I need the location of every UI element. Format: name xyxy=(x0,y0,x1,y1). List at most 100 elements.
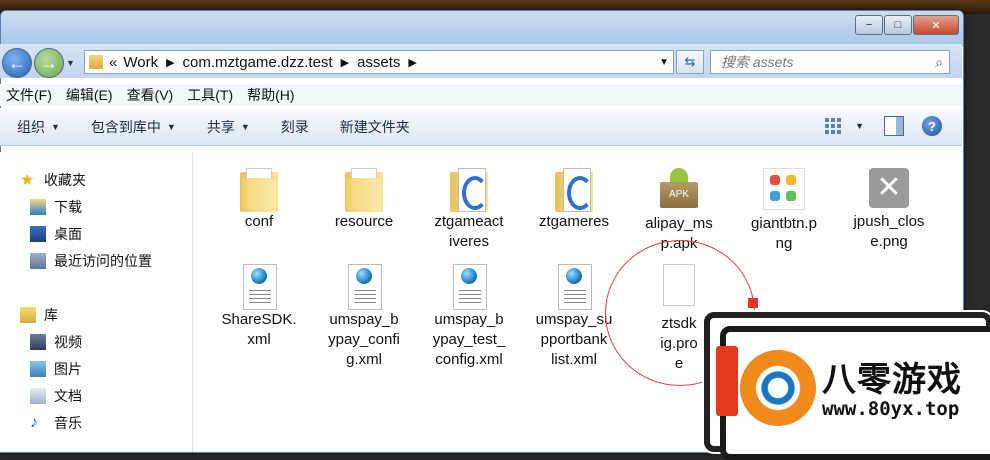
menu-edit[interactable]: 编辑(E) xyxy=(66,85,113,105)
sidebar-item-pictures[interactable]: 图片 xyxy=(30,359,82,379)
sidebar-item-desktop[interactable]: 桌面 xyxy=(30,224,82,244)
star-icon: ★ xyxy=(20,172,35,189)
sidebar-item-label: 下载 xyxy=(54,199,82,215)
title-bar: − □ ✕ xyxy=(1,11,963,47)
file-name: ztgameres xyxy=(538,213,610,230)
desktop-icon xyxy=(30,226,46,242)
new-folder-button[interactable]: 新建文件夹 xyxy=(340,117,410,137)
sidebar-item-music[interactable]: ♪ 音乐 xyxy=(30,413,82,433)
navigation-pane: ★ 收藏夹 下载 桌面 最近访问的位置 库 视频 图片 文档 ♪ 音乐 xyxy=(0,152,193,452)
apk-file-icon: APK xyxy=(660,168,698,210)
file-name: giantbtn.p ng xyxy=(751,215,817,252)
chevron-down-icon[interactable]: ▼ xyxy=(855,121,864,131)
file-item[interactable]: ✕ jpush_clos e.png xyxy=(841,168,937,252)
watermark-logo-icon xyxy=(740,350,816,426)
folder-icon xyxy=(555,168,593,212)
menu-help[interactable]: 帮助(H) xyxy=(247,85,294,105)
chevron-down-icon: ▼ xyxy=(51,122,60,132)
organize-label: 组织 xyxy=(17,119,45,135)
search-input[interactable] xyxy=(719,53,923,71)
annotation-marker xyxy=(748,298,758,308)
recent-places-icon xyxy=(30,253,46,269)
file-item[interactable]: ztgameres xyxy=(526,168,622,232)
file-item[interactable]: umspay_b ypay_confi g.xml xyxy=(316,264,412,370)
refresh-button[interactable]: ⇆ xyxy=(676,50,704,74)
help-icon[interactable]: ? xyxy=(922,116,942,136)
share-button[interactable]: 共享 ▼ xyxy=(207,117,250,137)
png-image-icon xyxy=(763,168,805,210)
view-grid-icon[interactable] xyxy=(825,118,843,134)
chevron-right-icon[interactable]: ▶ xyxy=(341,56,349,69)
sidebar-item-label: 最近访问的位置 xyxy=(54,253,152,269)
folder-icon xyxy=(345,168,383,212)
sidebar-item-label: 文档 xyxy=(54,388,82,404)
sidebar-favorites-label: 收藏夹 xyxy=(44,172,86,188)
address-dropdown-icon[interactable]: ▼ xyxy=(659,57,669,68)
include-in-library-button[interactable]: 包含到库中 ▼ xyxy=(91,117,176,137)
chevron-right-icon[interactable]: ▶ xyxy=(166,56,174,69)
documents-icon xyxy=(30,388,46,404)
breadcrumb-project[interactable]: com.mztgame.dzz.test xyxy=(183,54,333,71)
address-bar[interactable]: « Work ▶ com.mztgame.dzz.test ▶ assets ▶… xyxy=(84,50,674,74)
maximize-button[interactable]: □ xyxy=(884,15,912,35)
sidebar-item-downloads[interactable]: 下载 xyxy=(30,197,82,217)
file-name: conf xyxy=(244,213,274,230)
file-name: ShareSDK. xml xyxy=(221,311,297,348)
chevron-down-icon: ▼ xyxy=(166,122,176,132)
folder-icon xyxy=(240,168,278,212)
include-label: 包含到库中 xyxy=(90,119,161,135)
watermark-title: 八零游戏 xyxy=(822,360,962,400)
xml-file-icon xyxy=(241,264,277,310)
close-image-icon: ✕ xyxy=(869,168,909,208)
breadcrumb-assets[interactable]: assets xyxy=(357,54,400,71)
close-button[interactable]: ✕ xyxy=(913,15,959,35)
search-box[interactable]: ⌕ xyxy=(710,50,950,74)
library-icon xyxy=(20,307,36,323)
chevron-down-icon: ▼ xyxy=(240,122,250,132)
menu-file[interactable]: 文件(F) xyxy=(6,85,52,105)
back-button[interactable]: ← xyxy=(2,48,32,78)
sidebar-favorites[interactable]: ★ 收藏夹 xyxy=(20,170,86,190)
download-folder-icon xyxy=(30,199,46,215)
burn-button[interactable]: 刻录 xyxy=(281,117,309,137)
music-icon: ♪ xyxy=(30,414,38,431)
file-item[interactable]: ztgameact iveres xyxy=(421,168,517,252)
sidebar-item-recent[interactable]: 最近访问的位置 xyxy=(30,251,152,271)
file-item[interactable]: giantbtn.p ng xyxy=(736,168,832,254)
file-item[interactable]: ShareSDK. xml xyxy=(211,264,307,350)
breadcrumb-overflow[interactable]: « xyxy=(109,54,117,71)
folder-icon xyxy=(450,168,488,212)
xml-file-icon xyxy=(346,264,382,310)
file-name: resource xyxy=(334,213,394,230)
file-item[interactable]: resource xyxy=(316,168,412,232)
sidebar-item-label: 图片 xyxy=(54,361,82,377)
chevron-right-icon[interactable]: ▶ xyxy=(408,56,416,69)
sidebar-item-label: 桌面 xyxy=(54,226,82,242)
file-name: umspay_b ypay_confi g.xml xyxy=(328,311,400,368)
organize-button[interactable]: 组织 ▼ xyxy=(17,117,60,137)
menu-tools[interactable]: 工具(T) xyxy=(187,85,233,105)
new-folder-label: 新建文件夹 xyxy=(339,119,410,135)
folder-icon xyxy=(89,55,103,69)
preview-pane-icon[interactable] xyxy=(884,116,904,136)
address-row: ← → ▼ « Work ▶ com.mztgame.dzz.test ▶ as… xyxy=(0,44,962,78)
xml-file-icon xyxy=(556,264,592,310)
forward-button[interactable]: → xyxy=(34,48,64,78)
file-item[interactable]: umspay_b ypay_test_ config.xml xyxy=(421,264,517,370)
sidebar-item-documents[interactable]: 文档 xyxy=(30,386,82,406)
file-name: jpush_clos e.png xyxy=(853,213,925,250)
file-name: umspay_b ypay_test_ config.xml xyxy=(432,311,506,368)
breadcrumb-work[interactable]: Work xyxy=(123,54,158,71)
recent-pages-dropdown[interactable]: ▼ xyxy=(66,58,75,68)
menu-view[interactable]: 查看(V) xyxy=(127,85,174,105)
file-item[interactable]: conf xyxy=(211,168,307,232)
video-icon xyxy=(30,334,46,350)
search-icon[interactable]: ⌕ xyxy=(935,54,943,71)
command-bar: 组织 ▼ 包含到库中 ▼ 共享 ▼ 刻录 新建文件夹 ▼ ? xyxy=(0,108,962,146)
sidebar-item-videos[interactable]: 视频 xyxy=(30,332,82,352)
sidebar-libraries-label: 库 xyxy=(44,307,58,323)
sidebar-libraries[interactable]: 库 xyxy=(20,305,58,325)
watermark-url: www.80yx.top xyxy=(822,398,960,420)
arrow-left-icon: ← xyxy=(8,52,26,73)
minimize-button[interactable]: − xyxy=(855,15,883,35)
